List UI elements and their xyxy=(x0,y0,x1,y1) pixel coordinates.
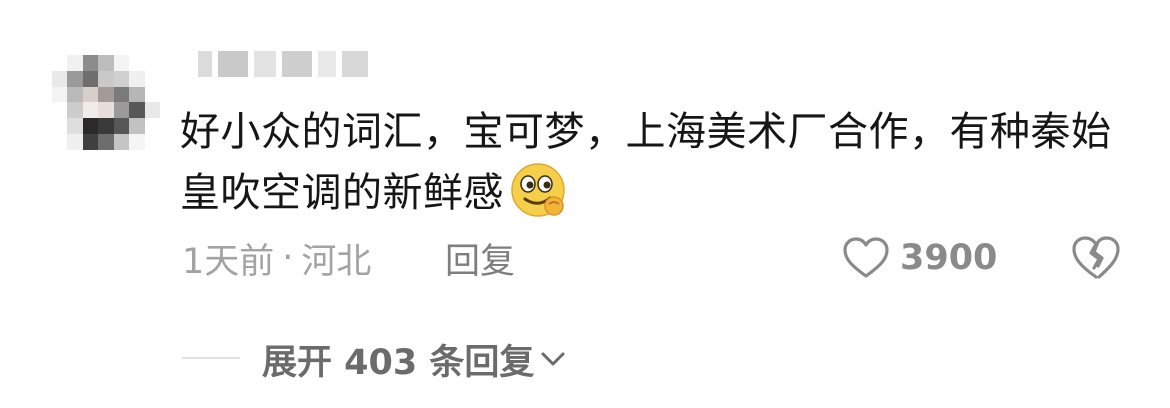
meta-separator: · xyxy=(282,238,294,278)
comment-text-content: 好小众的词汇，宝可梦，上海美术厂合作，有种秦始皇吹空调的新鲜感 xyxy=(180,109,1112,216)
like-button[interactable]: 3900 xyxy=(842,234,997,282)
like-count: 3900 xyxy=(900,238,998,278)
reply-button[interactable]: 回复 xyxy=(445,236,515,282)
comment-meta: 1天前 · 河北 xyxy=(182,236,371,282)
expand-replies-button[interactable]: 展开 403 条回复 xyxy=(262,336,566,383)
smirk-emoji-icon xyxy=(511,163,565,217)
comment-location: 河北 xyxy=(301,241,372,282)
broken-heart-icon[interactable] xyxy=(1070,234,1122,282)
username[interactable] xyxy=(198,48,368,80)
chevron-down-icon xyxy=(540,350,566,368)
expand-replies-label: 展开 403 条回复 xyxy=(262,342,535,383)
divider-line xyxy=(182,357,240,359)
avatar[interactable] xyxy=(52,55,160,150)
comment-time: 1天前 xyxy=(182,241,275,282)
heart-icon xyxy=(843,237,889,278)
comment-text: 好小众的词汇，宝可梦，上海美术厂合作，有种秦始皇吹空调的新鲜感 xyxy=(180,104,1120,221)
